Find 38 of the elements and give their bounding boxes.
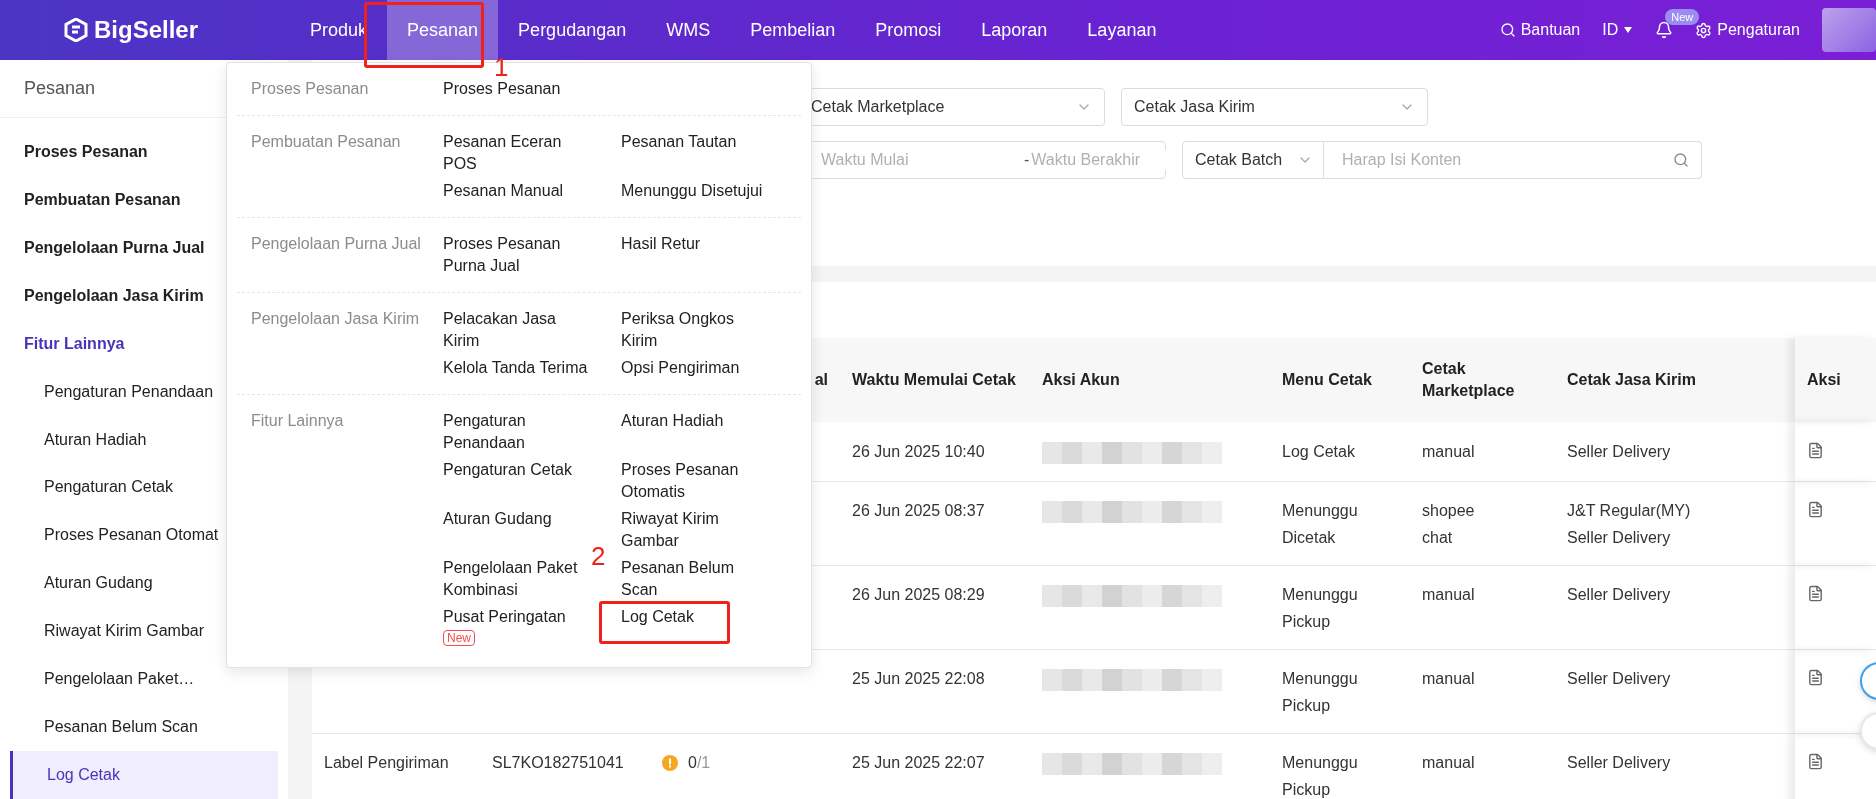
new-badge: New [443,630,475,646]
table-cell-text: 26 Jun 2025 08:29 [852,585,985,605]
table-cell-text: J&T Regular(MY) Seller Delivery [1567,501,1692,548]
table-cell-text: Seller Delivery [1567,669,1671,689]
table-cell-text: shopee chat [1422,501,1476,548]
table-cell-text: 26 Jun 2025 08:37 [852,501,985,521]
table-cell-text: Label Pengiriman [324,753,449,773]
column-header: Menu Cetak [1270,338,1410,422]
table-cell-text: Seller Delivery [1567,585,1671,605]
table-cell-text: 25 Jun 2025 22:08 [852,669,985,689]
table-cell-text: Seller Delivery [1567,753,1671,773]
menu-group-label: Pembuatan Pesanan [251,132,402,152]
menu-group-label: Fitur Lainnya [251,411,345,431]
table-cell-text: Menunggu Pickup [1282,753,1359,799]
range-separator: - [1024,151,1030,169]
column-header: Aksi Akun [1030,338,1270,422]
table-cell-text: manual [1422,585,1475,605]
table-cell-text: Menunggu Dicetak [1282,501,1359,548]
table-cell-text: SL7KO182751041 [492,753,624,773]
column-header: Waktu Memulai Cetak [840,338,1030,422]
column-header: Cetak Marketplace [1410,338,1555,422]
annotation-number: 2 [591,543,606,569]
table-cell-text: manual [1422,753,1475,773]
column-header: Aksi [1795,338,1876,422]
logo-text: BigSeller [94,16,199,44]
menu-group-label: Pengelolaan Purna Jual [251,234,422,254]
table-cell-text: Log Cetak [1282,442,1355,462]
table-cell-text: 25 Jun 2025 22:07 [852,753,985,773]
table-cell-text: 26 Jun 2025 10:40 [852,442,985,462]
table-cell-text: Seller Delivery [1567,442,1671,462]
menu-group-label: Pengelolaan Jasa Kirim [251,309,421,329]
table-cell-text: manual [1422,669,1475,689]
table-cell-text: 0/1 [688,753,711,773]
column-header: Cetak Jasa Kirim [1555,338,1795,422]
table-cell-text: Menunggu Pickup [1282,585,1359,632]
notification-badge: New [1665,9,1700,25]
table-cell-text: manual [1422,442,1475,462]
table-cell-text: Menunggu Pickup [1282,669,1359,716]
